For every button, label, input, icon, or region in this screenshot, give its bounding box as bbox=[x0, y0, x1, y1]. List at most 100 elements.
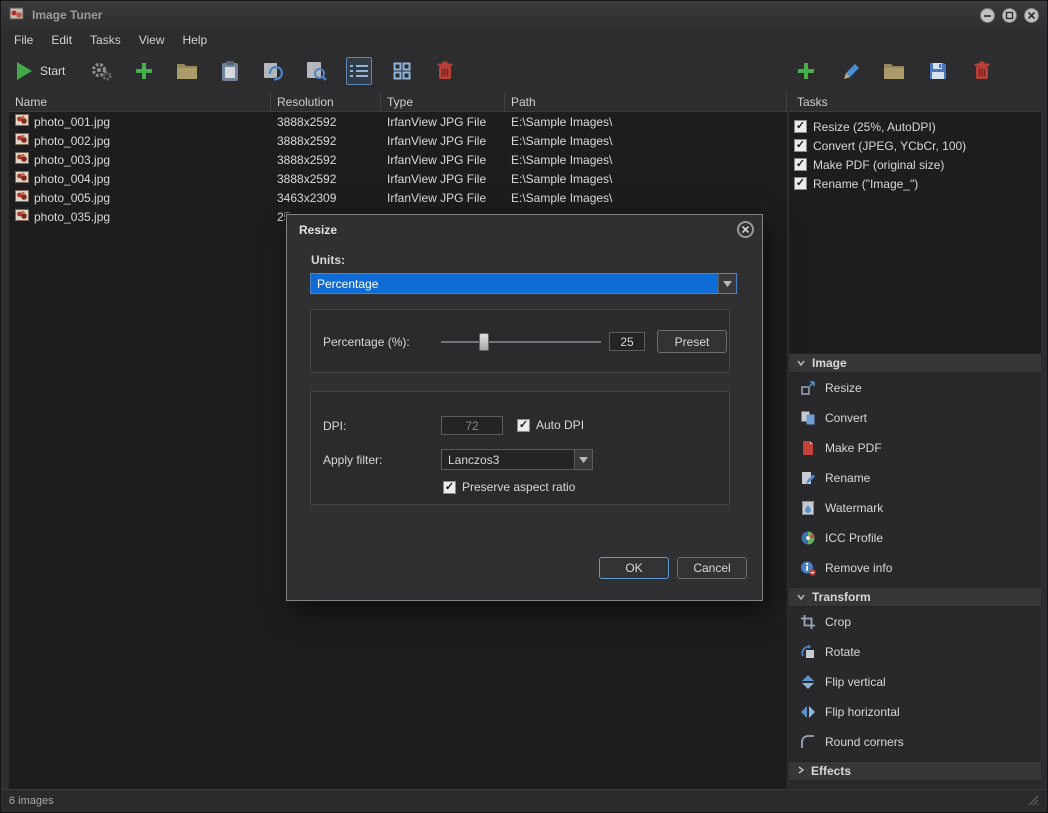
percentage-group: Percentage (%): Preset bbox=[310, 309, 730, 373]
settings-gears-icon[interactable] bbox=[88, 57, 114, 85]
sidebar-item-rename[interactable]: Rename bbox=[789, 463, 1041, 493]
column-header-path[interactable]: Path bbox=[505, 92, 787, 111]
window-controls bbox=[980, 8, 1039, 23]
ok-button[interactable]: OK bbox=[599, 557, 669, 579]
window-title: Image Tuner bbox=[32, 8, 102, 22]
sidebar-item-rotate[interactable]: Rotate bbox=[789, 637, 1041, 667]
section-header-effects[interactable]: Effects bbox=[789, 761, 1041, 781]
task-checkbox[interactable] bbox=[794, 120, 807, 133]
list-view-button[interactable] bbox=[346, 57, 372, 85]
app-window: Image Tuner File Edit Tasks View Help St… bbox=[0, 0, 1048, 813]
minimize-icon[interactable] bbox=[980, 8, 995, 23]
image-file-icon bbox=[15, 152, 29, 167]
sidebar-item-round-corners[interactable]: Round corners bbox=[789, 727, 1041, 757]
sidebar-item-watermark[interactable]: Watermark bbox=[789, 493, 1041, 523]
units-dropdown[interactable]: Percentage bbox=[310, 273, 737, 294]
grid-view-button[interactable] bbox=[389, 57, 415, 85]
chevron-down-icon bbox=[796, 590, 806, 604]
image-file-icon bbox=[15, 114, 29, 129]
add-folder-icon[interactable] bbox=[174, 57, 200, 85]
cancel-button[interactable]: Cancel bbox=[677, 557, 747, 579]
file-resolution: 3888x2592 bbox=[271, 112, 381, 131]
maximize-icon[interactable] bbox=[1002, 8, 1017, 23]
percentage-input[interactable] bbox=[609, 332, 645, 351]
clear-list-trash-icon[interactable] bbox=[432, 57, 458, 85]
dpi-filter-group: DPI: Auto DPI Apply filter: Lanczos3 Pre… bbox=[310, 391, 730, 505]
table-row[interactable]: photo_001.jpg 3888x2592 IrfanView JPG Fi… bbox=[9, 112, 787, 131]
delete-task-trash-icon[interactable] bbox=[969, 57, 995, 85]
units-label: Units: bbox=[311, 253, 345, 267]
chevron-right-icon bbox=[796, 764, 805, 778]
pdf-icon bbox=[800, 440, 816, 456]
add-files-icon[interactable] bbox=[131, 57, 157, 85]
table-row[interactable]: photo_004.jpg 3888x2592 IrfanView JPG Fi… bbox=[9, 169, 787, 188]
slider-handle[interactable] bbox=[479, 333, 489, 351]
apply-filter-label: Apply filter: bbox=[323, 453, 382, 467]
sidebar-item-crop[interactable]: Crop bbox=[789, 607, 1041, 637]
sidebar-item-flip-horizontal[interactable]: Flip horizontal bbox=[789, 697, 1041, 727]
preserve-aspect-checkbox[interactable] bbox=[443, 481, 456, 494]
menu-edit[interactable]: Edit bbox=[42, 31, 81, 49]
preserve-aspect-row[interactable]: Preserve aspect ratio bbox=[443, 480, 575, 494]
dialog-close-icon[interactable] bbox=[737, 221, 754, 238]
image-file-icon bbox=[15, 190, 29, 205]
column-header-name[interactable]: Name bbox=[9, 92, 271, 111]
preset-button[interactable]: Preset bbox=[657, 330, 727, 353]
open-tasks-folder-icon[interactable] bbox=[881, 57, 907, 85]
sidebar-item-convert[interactable]: Convert bbox=[789, 403, 1041, 433]
sidebar-item-flip-vertical[interactable]: Flip vertical bbox=[789, 667, 1041, 697]
edit-task-pencil-icon[interactable] bbox=[837, 57, 863, 85]
start-button[interactable]: Start bbox=[11, 60, 71, 82]
image-file-icon bbox=[15, 133, 29, 148]
file-type: IrfanView JPG File bbox=[381, 131, 505, 150]
file-resolution: 3888x2592 bbox=[271, 131, 381, 150]
sidebar-item-resize[interactable]: Resize bbox=[789, 373, 1041, 403]
add-task-icon[interactable] bbox=[793, 57, 819, 85]
table-row[interactable]: photo_005.jpg 3463x2309 IrfanView JPG Fi… bbox=[9, 188, 787, 207]
auto-dpi-checkbox[interactable] bbox=[517, 419, 530, 432]
column-header-resolution[interactable]: Resolution bbox=[271, 92, 381, 111]
task-checkbox[interactable] bbox=[794, 177, 807, 190]
task-item-rename[interactable]: Rename ("Image_") bbox=[789, 174, 1041, 193]
resize-grip[interactable] bbox=[1027, 794, 1039, 809]
file-path: E:\Sample Images\ bbox=[505, 169, 787, 188]
sidebar-item-icc-profile[interactable]: ICC Profile bbox=[789, 523, 1041, 553]
table-header: Name Resolution Type Path bbox=[9, 92, 787, 112]
status-text: 6 images bbox=[9, 795, 54, 807]
file-type: IrfanView JPG File bbox=[381, 112, 505, 131]
task-checkbox[interactable] bbox=[794, 158, 807, 171]
save-tasks-floppy-icon[interactable] bbox=[925, 57, 951, 85]
chevron-down-icon[interactable] bbox=[718, 274, 736, 293]
table-row[interactable]: photo_002.jpg 3888x2592 IrfanView JPG Fi… bbox=[9, 131, 787, 150]
close-icon[interactable] bbox=[1024, 8, 1039, 23]
task-checkbox[interactable] bbox=[794, 139, 807, 152]
refresh-list-icon[interactable] bbox=[260, 57, 286, 85]
tasks-list: Resize (25%, AutoDPI) Convert (JPEG, YCb… bbox=[789, 112, 1041, 353]
paste-icon[interactable] bbox=[217, 57, 243, 85]
preview-icon[interactable] bbox=[303, 57, 329, 85]
menu-file[interactable]: File bbox=[5, 31, 42, 49]
task-item-convert[interactable]: Convert (JPEG, YCbCr, 100) bbox=[789, 136, 1041, 155]
sidebar-item-remove-info[interactable]: Remove info bbox=[789, 553, 1041, 583]
task-item-resize[interactable]: Resize (25%, AutoDPI) bbox=[789, 117, 1041, 136]
filter-selected-value: Lanczos3 bbox=[442, 453, 574, 467]
column-header-type[interactable]: Type bbox=[381, 92, 505, 111]
start-label: Start bbox=[40, 64, 65, 78]
chevron-down-icon[interactable] bbox=[574, 450, 592, 469]
sidebar-item-make-pdf[interactable]: Make PDF bbox=[789, 433, 1041, 463]
section-header-transform[interactable]: Transform bbox=[789, 587, 1041, 607]
image-file-icon bbox=[15, 209, 29, 224]
menu-help[interactable]: Help bbox=[174, 31, 217, 49]
file-name: photo_003.jpg bbox=[34, 153, 110, 167]
table-row[interactable]: photo_003.jpg 3888x2592 IrfanView JPG Fi… bbox=[9, 150, 787, 169]
file-path: E:\Sample Images\ bbox=[505, 150, 787, 169]
units-selected-value: Percentage bbox=[311, 277, 718, 291]
auto-dpi-row[interactable]: Auto DPI bbox=[517, 418, 584, 432]
filter-dropdown[interactable]: Lanczos3 bbox=[441, 449, 593, 470]
task-item-make-pdf[interactable]: Make PDF (original size) bbox=[789, 155, 1041, 174]
menu-view[interactable]: View bbox=[130, 31, 174, 49]
percentage-slider[interactable] bbox=[441, 332, 601, 352]
watermark-icon bbox=[800, 500, 816, 516]
section-header-image[interactable]: Image bbox=[789, 353, 1041, 373]
menu-tasks[interactable]: Tasks bbox=[81, 31, 130, 49]
